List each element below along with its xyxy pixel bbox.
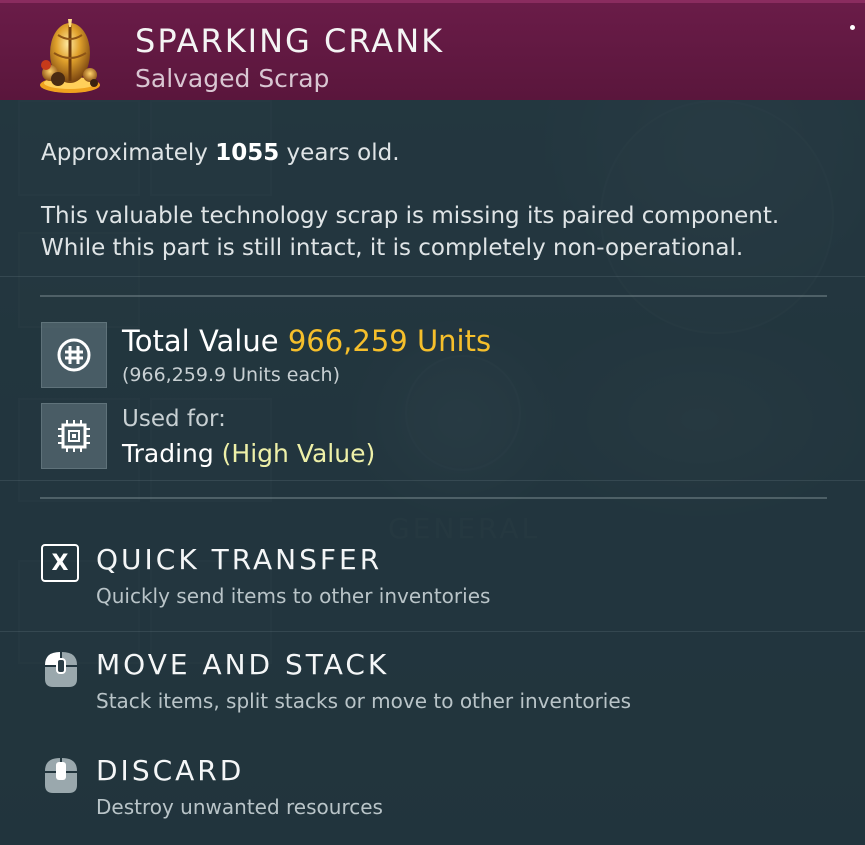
value-each: (966,259.9 Units each): [122, 364, 340, 386]
total-value-label: Total Value: [122, 324, 288, 358]
divider: [0, 631, 865, 632]
item-title: SPARKING CRANK: [135, 22, 445, 60]
action-description: Destroy unwanted resources: [96, 795, 383, 819]
discard-action[interactable]: DISCARD Destroy unwanted resources: [0, 749, 865, 841]
age-suffix: years old.: [279, 140, 400, 166]
action-title: QUICK TRANSFER: [96, 543, 383, 576]
item-header: SPARKING CRANK Salvaged Scrap: [0, 0, 865, 100]
age-value: 1055: [215, 140, 280, 166]
divider: [0, 276, 865, 277]
header-dot: [850, 25, 855, 30]
usage-highlight: (High Value): [221, 439, 376, 468]
used-for-label: Used for:: [122, 406, 226, 432]
chip-icon: [41, 403, 107, 469]
description-line: This valuable technology scrap is missin…: [41, 203, 780, 229]
sparking-crank-icon: [28, 13, 112, 97]
used-for-value: Trading (High Value): [122, 438, 375, 470]
item-detail-popup: SPARKING CRANK Salvaged Scrap Approximat…: [0, 0, 865, 845]
action-title: MOVE AND STACK: [96, 648, 390, 681]
usage-value: Trading: [122, 439, 222, 468]
age-prefix: Approximately: [41, 140, 216, 166]
total-value: Total Value 966,259 Units: [122, 322, 491, 360]
move-and-stack-action[interactable]: MOVE AND STACK Stack items, split stacks…: [0, 643, 865, 735]
description-line: While this part is still intact, it is c…: [41, 235, 744, 261]
total-value-amount: 966,259 Units: [287, 324, 492, 358]
item-subtitle: Salvaged Scrap: [135, 64, 330, 93]
mouse-middle-click-icon: [41, 755, 81, 795]
x-key-icon: X: [41, 544, 81, 584]
divider: [40, 295, 827, 297]
mouse-left-click-icon: [41, 649, 81, 689]
action-description: Stack items, split stacks or move to oth…: [96, 689, 632, 713]
x-key-label: X: [41, 544, 79, 582]
quick-transfer-action[interactable]: X QUICK TRANSFER Quickly send items to o…: [0, 538, 865, 630]
item-age: Approximately 1055 years old.: [41, 137, 400, 169]
divider: [40, 497, 827, 499]
action-title: DISCARD: [96, 754, 245, 787]
action-description: Quickly send items to other inventories: [96, 584, 491, 608]
item-description: This valuable technology scrap is missin…: [41, 200, 841, 264]
divider: [0, 480, 865, 481]
units-currency-icon: [41, 322, 107, 388]
